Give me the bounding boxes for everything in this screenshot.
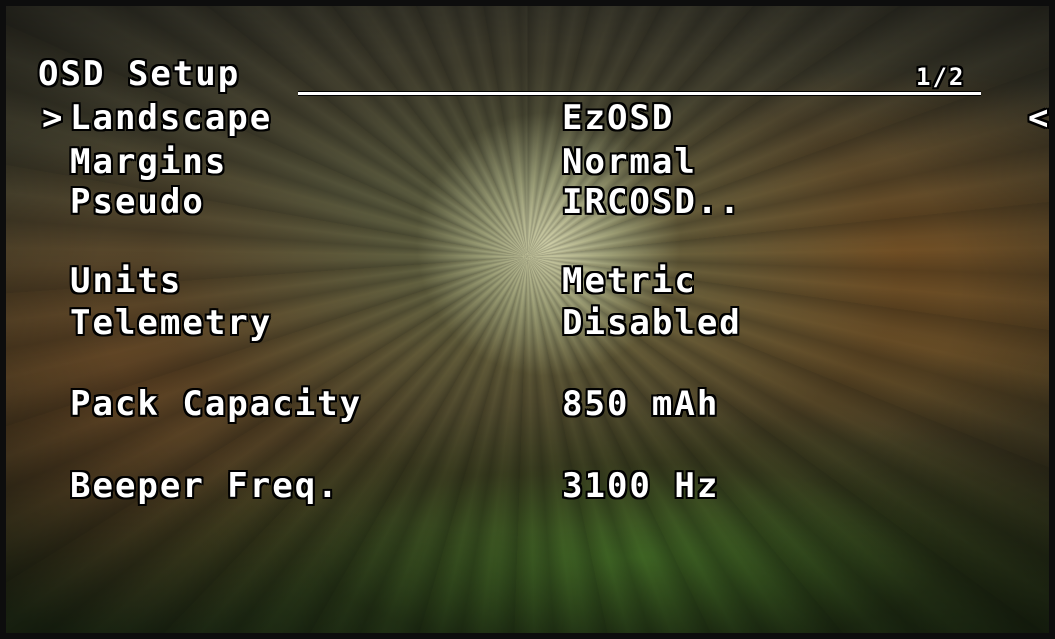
page-indicator: 1/2: [916, 63, 966, 91]
chevron-left-icon[interactable]: <: [1028, 96, 1049, 140]
menu-item-margins[interactable]: Margins Normal: [6, 140, 1049, 184]
osd-menu: OSD Setup 1/2 > Landscape EzOSD < Margin…: [6, 6, 1049, 633]
menu-item-pack-capacity[interactable]: Pack Capacity 850 mAh: [6, 382, 1049, 426]
menu-item-value[interactable]: Metric: [562, 259, 697, 303]
menu-item-pseudo[interactable]: Pseudo IRCOSD..: [6, 180, 1049, 224]
menu-item-value[interactable]: 3100 Hz: [562, 464, 719, 508]
menu-item-label: Pseudo: [70, 182, 205, 222]
menu-item-label: Beeper Freq.: [70, 466, 340, 506]
menu-item-label: Landscape: [70, 98, 273, 138]
chevron-right-icon: >: [42, 98, 65, 138]
menu-item-label: Margins: [70, 142, 228, 182]
title-divider: [298, 92, 981, 95]
menu-item-label: Units: [70, 261, 183, 301]
menu-item-value[interactable]: IRCOSD..: [562, 180, 742, 224]
menu-item-label: Pack Capacity: [70, 384, 363, 424]
menu-item-value[interactable]: 850 mAh: [562, 382, 719, 426]
menu-item-value[interactable]: Disabled: [562, 301, 742, 345]
menu-item-telemetry[interactable]: Telemetry Disabled: [6, 301, 1049, 345]
menu-item-value[interactable]: EzOSD: [562, 96, 674, 140]
menu-item-value[interactable]: Normal: [562, 140, 697, 184]
menu-item-beeper-freq[interactable]: Beeper Freq. 3100 Hz: [6, 464, 1049, 508]
menu-item-label: Telemetry: [70, 303, 273, 343]
menu-item-landscape[interactable]: > Landscape EzOSD <: [6, 96, 1049, 140]
osd-screen: OSD Setup 1/2 > Landscape EzOSD < Margin…: [0, 0, 1055, 639]
menu-item-units[interactable]: Units Metric: [6, 259, 1049, 303]
menu-title: OSD Setup: [38, 54, 241, 94]
